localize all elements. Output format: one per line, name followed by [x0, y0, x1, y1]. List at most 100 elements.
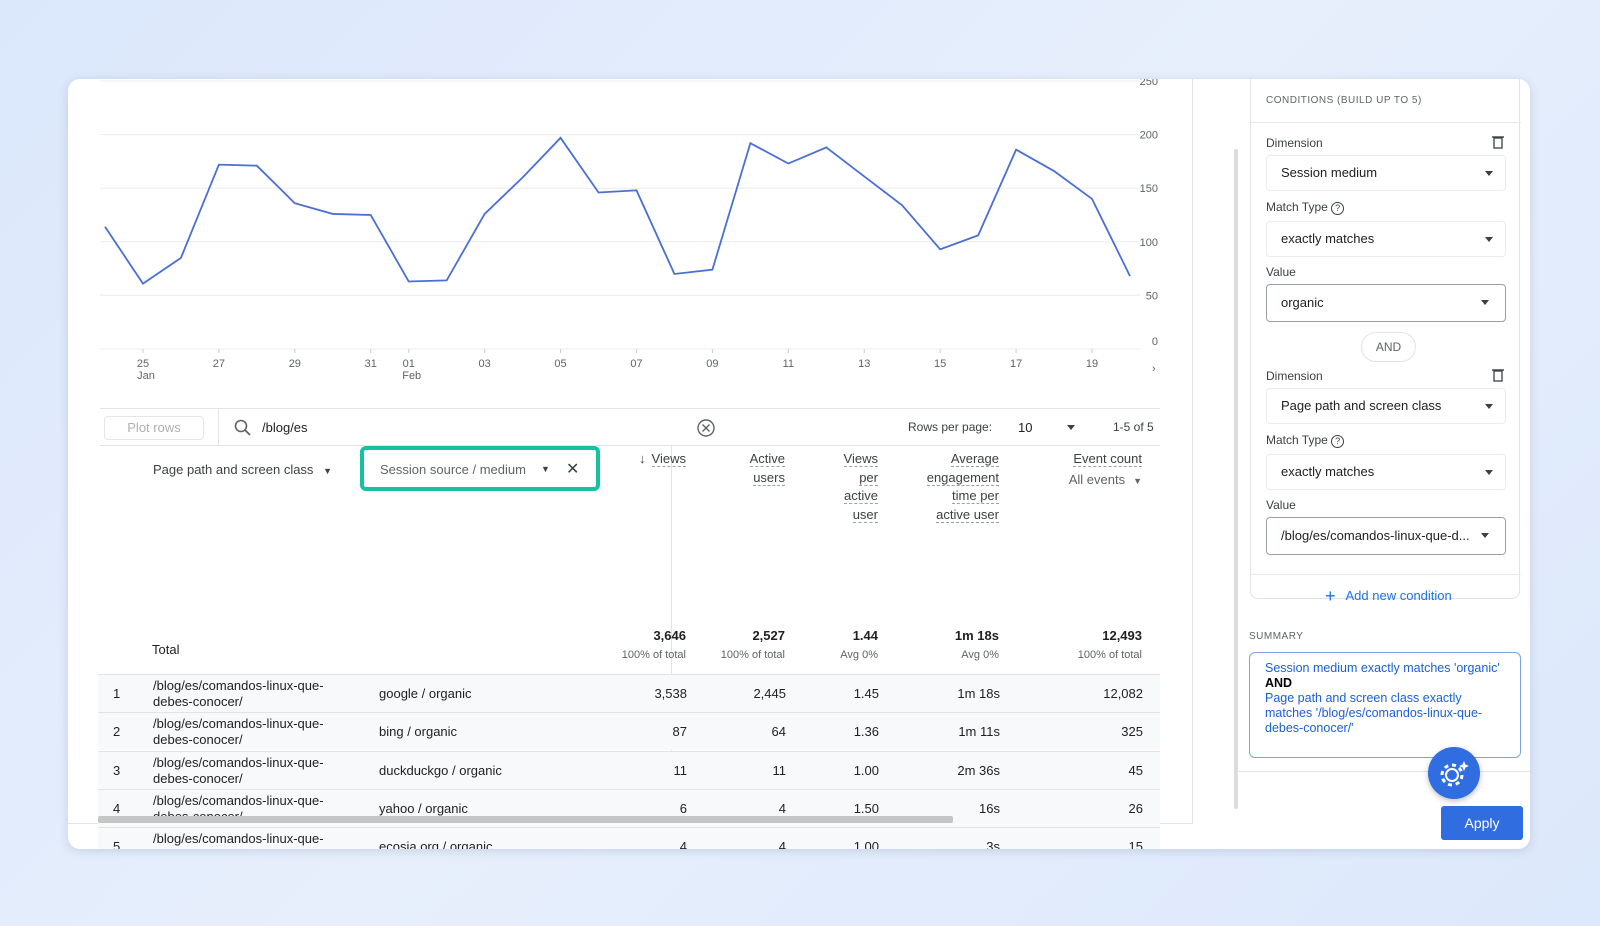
page-path-line: /blog/es/comandos-linux-que-	[153, 678, 324, 693]
row-metric-value: 4	[679, 839, 687, 849]
metric-header[interactable]: Event count All events ▼	[1069, 450, 1142, 490]
metric-header-line: Average	[950, 451, 999, 467]
metric-header-line: user	[852, 506, 878, 523]
summary-condition-2: Page path and screen class exactly match…	[1265, 691, 1483, 735]
and-chip[interactable]: AND	[1361, 332, 1416, 362]
pagination-range: 1-5 of 5	[1113, 420, 1154, 434]
total-subtext: 100% of total	[720, 649, 785, 661]
row-metric-value: 1.50	[853, 800, 879, 816]
row-source-medium: yahoo / organic	[379, 800, 468, 816]
metric-header-line: Event count	[1073, 451, 1142, 467]
row-metric-value: 87	[672, 724, 687, 740]
value-select[interactable]: /blog/es/comandos-linux-que-d...	[1266, 517, 1506, 555]
total-value: 3,646	[653, 628, 686, 643]
dimension-2-label: Session source / medium	[380, 462, 526, 477]
page-path-line: debes-conocer/	[153, 770, 243, 786]
x-tick-label: 15	[934, 358, 946, 370]
metric-header-line: Active	[749, 451, 785, 467]
x-tick-label: 17	[1010, 358, 1022, 370]
chevron-down-icon	[1481, 300, 1489, 305]
trash-icon[interactable]	[1492, 368, 1504, 382]
x-tick-label: 07	[630, 358, 642, 370]
horizontal-scrollbar[interactable]	[98, 816, 953, 823]
trash-icon[interactable]	[1492, 135, 1504, 149]
gear-sparkle-icon	[1440, 761, 1469, 787]
x-tick-label: 31	[365, 358, 377, 370]
chevron-down-icon	[1485, 171, 1493, 176]
row-rank: 3	[113, 762, 121, 778]
apply-button[interactable]: Apply	[1441, 806, 1523, 840]
page-path-line: debes-conocer/	[153, 847, 243, 849]
metric-header[interactable]: Active users	[749, 450, 785, 487]
dimension-1-header[interactable]: Page path and screen class ▼	[153, 462, 332, 477]
total-subtext: Avg 0%	[961, 649, 999, 661]
page-path-line: /blog/es/comandos-linux-que-	[153, 716, 324, 732]
event-filter-select[interactable]: All events	[1069, 472, 1125, 487]
row-metric-value: 4	[778, 839, 786, 849]
plus-icon: +	[1325, 586, 1336, 606]
add-condition-button[interactable]: + Add new condition	[1325, 586, 1452, 607]
remove-dimension-icon[interactable]: ✕	[566, 459, 579, 479]
dimension-2-header[interactable]: Session source / medium ▼ ✕	[360, 446, 600, 491]
metric-header[interactable]: ↓ Views	[639, 450, 686, 469]
value-label: Value	[1266, 265, 1296, 279]
x-tick-month: Jan	[137, 370, 155, 382]
table-row[interactable]: 1 /blog/es/comandos-linux-que-debes-cono…	[98, 674, 1160, 712]
value-text: organic	[1281, 295, 1324, 310]
row-page-path[interactable]: /blog/es/comandos-linux-que-debes-conoce…	[153, 716, 324, 748]
total-label: Total	[152, 642, 180, 657]
summary-and: AND	[1265, 676, 1293, 690]
dimension-select[interactable]: Session medium	[1266, 155, 1506, 191]
dimension-select[interactable]: Page path and screen class	[1266, 388, 1506, 424]
value-select[interactable]: organic	[1266, 284, 1506, 322]
rows-per-page-value: 10	[1018, 420, 1033, 435]
page-path-line: debes-conocer/	[153, 732, 243, 748]
conditions-panel: CONDITIONS (BUILD UP TO 5) Dimension Ses…	[1237, 79, 1530, 849]
chevron-right-icon[interactable]: ›	[1152, 363, 1156, 375]
total-value: 2,527	[752, 628, 785, 643]
conditions-title: CONDITIONS (BUILD UP TO 5)	[1266, 95, 1422, 106]
table-row[interactable]: 2 /blog/es/comandos-linux-que-debes-cono…	[98, 712, 1160, 751]
row-source-medium: duckduckgo / organic	[379, 762, 502, 778]
dimension-value: Page path and screen class	[1281, 398, 1442, 413]
search-field[interactable]: /blog/es	[218, 409, 718, 446]
metric-header[interactable]: Views per active user	[843, 450, 878, 524]
row-metric-value: 11	[673, 762, 688, 778]
add-condition-label: Add new condition	[1345, 588, 1452, 603]
row-metric-value: 6	[679, 800, 687, 816]
table-row[interactable]: 5 /blog/es/comandos-linux-que-debes-cono…	[98, 827, 1160, 849]
metric-header[interactable]: Average engagement time per active user	[926, 450, 999, 524]
match-type-select[interactable]: exactly matches	[1266, 221, 1506, 257]
dimension-value: Session medium	[1281, 165, 1378, 180]
divider	[1251, 122, 1521, 123]
plot-rows-button[interactable]: Plot rows	[104, 416, 204, 440]
match-type-select[interactable]: exactly matches	[1266, 454, 1506, 490]
metric-header-line: time per	[952, 488, 999, 504]
help-icon[interactable]: ?	[1331, 202, 1345, 215]
row-metric-value: 15	[1128, 839, 1143, 849]
series-line-views	[104, 136, 1131, 285]
x-tick-label: 09	[706, 358, 718, 370]
rows-per-page-select[interactable]: 10	[1018, 413, 1083, 441]
search-input[interactable]: /blog/es	[262, 420, 308, 435]
row-rank: 4	[113, 800, 121, 816]
row-page-path[interactable]: /blog/es/comandos-linux-que-debes-conoce…	[153, 678, 324, 710]
row-page-path[interactable]: /blog/es/comandos-linux-que-debes-conoce…	[153, 755, 324, 787]
x-tick-label: 25	[137, 358, 149, 370]
page-path-line: debes-conocer/	[153, 694, 243, 709]
row-metric-value: 325	[1121, 724, 1143, 740]
row-rank: 1	[113, 686, 121, 701]
help-icon[interactable]: ?	[1331, 435, 1345, 448]
analytics-assistant-button[interactable]	[1428, 747, 1480, 799]
x-tick-label: 11	[783, 358, 794, 370]
x-tick-label: 27	[213, 358, 225, 370]
table-row[interactable]: 3 /blog/es/comandos-linux-que-debes-cono…	[98, 750, 1160, 789]
divider	[1251, 574, 1521, 575]
match-type-value: exactly matches	[1281, 231, 1375, 246]
row-page-path[interactable]: /blog/es/comandos-linux-que-debes-conoce…	[153, 831, 324, 849]
row-metric-value: 1.36	[853, 724, 879, 740]
clear-search-icon[interactable]	[696, 418, 716, 438]
row-metric-value: 1m 11s	[958, 724, 1000, 740]
value-label: Value	[1266, 498, 1296, 512]
row-source-medium: google / organic	[379, 686, 472, 701]
